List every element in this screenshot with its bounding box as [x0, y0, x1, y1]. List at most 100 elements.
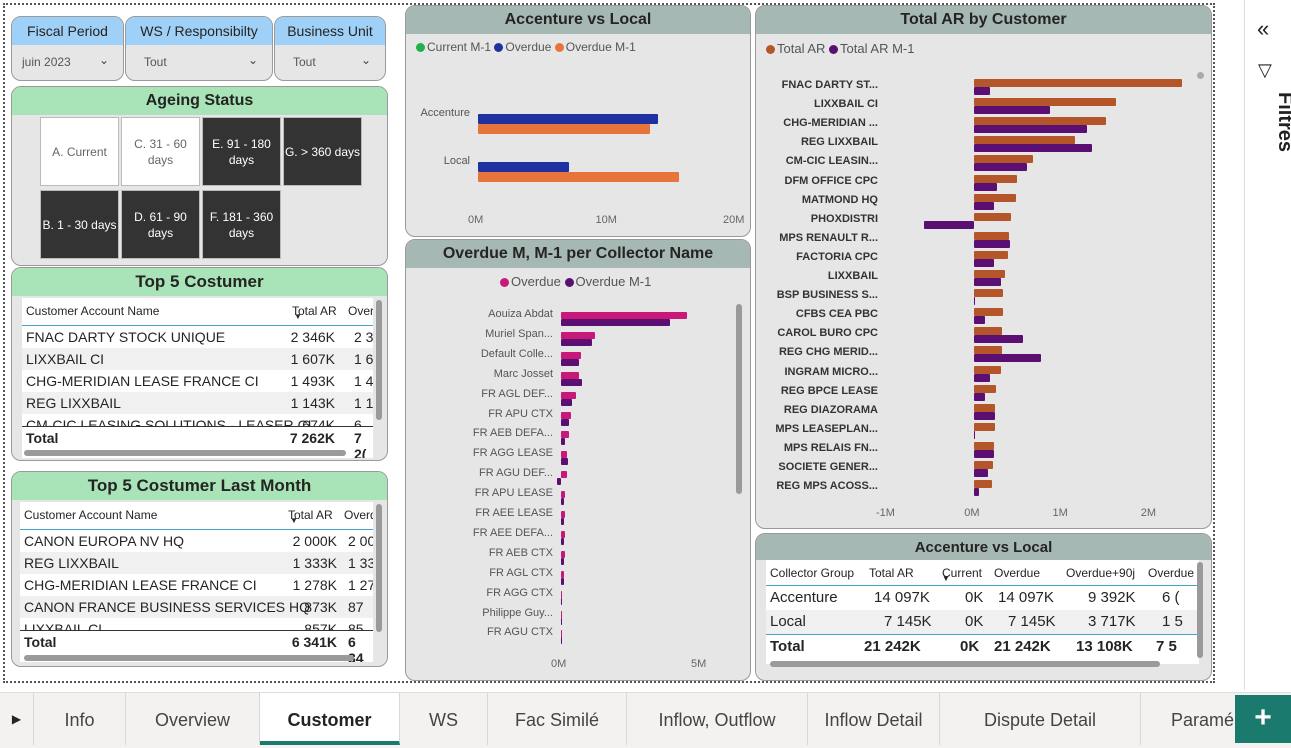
bar-mark[interactable] — [974, 297, 976, 306]
legend-item[interactable]: Total AR — [766, 41, 825, 56]
table-row[interactable]: REG LIXXBAIL 1 143K 1 1 — [22, 392, 373, 414]
col-header[interactable]: Overd — [344, 508, 373, 522]
tab-dispute-detail[interactable]: Dispute Detail — [940, 693, 1141, 745]
col-header[interactable]: Overdue — [1148, 566, 1194, 580]
legend-item[interactable]: Overdue — [500, 274, 561, 289]
table-row[interactable]: Local 7 145K 0K 7 145K 3 717K 1 5 — [766, 610, 1199, 634]
bar-mark[interactable] — [561, 458, 568, 466]
bar-mark[interactable] — [923, 220, 975, 229]
tab-info[interactable]: Info — [34, 693, 126, 745]
tab-parametres[interactable]: Paramé — [1141, 693, 1235, 745]
col-header[interactable]: Overdue — [994, 566, 1040, 580]
bar-mark[interactable] — [561, 391, 577, 399]
legend-item[interactable]: Overdue M-1 — [554, 40, 636, 54]
legend-item[interactable]: Current M-1 — [416, 40, 491, 54]
bar-mark[interactable] — [974, 182, 998, 191]
chevron-down-icon[interactable]: ⌄ — [248, 53, 258, 67]
table-row[interactable]: CHG-MERIDIAN LEASE FRANCE CI 1 493K 1 4 — [22, 370, 373, 392]
bar-mark[interactable] — [561, 537, 564, 545]
col-header[interactable]: Total AR — [869, 566, 914, 580]
horizontal-scrollbar[interactable] — [770, 661, 1160, 667]
bar-mark[interactable] — [561, 358, 580, 366]
bar-mark[interactable] — [561, 630, 562, 638]
bar-mark[interactable] — [561, 319, 671, 326]
table-row[interactable]: CHG-MERIDIAN LEASE FRANCE CI 1 278K 1 27 — [20, 574, 373, 596]
bar-mark[interactable] — [561, 570, 565, 578]
table-row[interactable]: CANON FRANCE BUSINESS SERVICES HQ 873K 87 — [20, 596, 373, 618]
legend-item[interactable]: Total AR M-1 — [829, 41, 914, 56]
bar-mark[interactable] — [561, 338, 592, 346]
bar-mark[interactable] — [561, 498, 564, 506]
filters-label[interactable]: Filtres — [1273, 92, 1291, 152]
bar-mark[interactable] — [974, 144, 1092, 153]
tab-inflow-detail[interactable]: Inflow Detail — [808, 693, 940, 745]
bar-mark[interactable] — [561, 451, 567, 459]
ageing-tile[interactable]: D. 61 - 90 days — [121, 190, 200, 259]
bar-mark[interactable] — [561, 530, 566, 538]
horizontal-scrollbar[interactable] — [24, 450, 346, 456]
bar-mark[interactable] — [561, 312, 687, 319]
bar-mark[interactable] — [974, 327, 1003, 336]
bar-mark[interactable] — [974, 469, 989, 477]
bar-mark[interactable] — [974, 212, 1012, 221]
table-row[interactable]: Accenture 14 097K 0K 14 097K 9 392K 6 ( — [766, 586, 1199, 610]
bar-mark[interactable] — [974, 289, 1004, 298]
ageing-tile[interactable]: B. 1 - 30 days — [40, 190, 119, 259]
business-unit-slicer[interactable]: Business Unit Tout ⌄ — [274, 16, 386, 81]
horizontal-scrollbar[interactable] — [24, 655, 354, 661]
bar-mark[interactable] — [561, 577, 564, 585]
bar-mark[interactable] — [974, 480, 992, 489]
bar-mark[interactable] — [561, 471, 567, 479]
bar-mark[interactable] — [974, 308, 1004, 317]
bar-mark[interactable] — [974, 392, 985, 401]
bar-mark[interactable] — [561, 438, 566, 446]
ageing-tile[interactable]: G. > 360 days — [283, 117, 362, 186]
vertical-scrollbar[interactable] — [736, 304, 742, 494]
bar-mark[interactable] — [974, 373, 991, 382]
bar-mark[interactable] — [974, 403, 996, 412]
bar-mark[interactable] — [974, 354, 1042, 363]
ageing-tile[interactable]: A. Current — [40, 117, 119, 186]
tab-ws[interactable]: WS — [400, 693, 488, 745]
bar-mark[interactable] — [974, 449, 994, 458]
bar-mark[interactable] — [561, 398, 573, 406]
fiscal-period-slicer[interactable]: Fiscal Period juin 2023 ⌄ — [11, 16, 124, 81]
bar-mark[interactable] — [561, 550, 566, 558]
tab-fac-simile[interactable]: Fac Similé — [488, 693, 627, 745]
bar-mark[interactable] — [561, 331, 595, 339]
table-row[interactable]: CM-CIC LEASING SOLUTIONS - LEASER CI 674K… — [22, 414, 373, 426]
col-header[interactable]: Overdue+90j — [1066, 566, 1135, 580]
bar-mark[interactable] — [974, 174, 1018, 183]
bar-mark[interactable] — [974, 125, 1088, 134]
bar-mark[interactable] — [974, 231, 1009, 240]
bar-mark[interactable] — [974, 155, 1034, 164]
bar-mark[interactable] — [561, 371, 580, 379]
bar-mark[interactable] — [561, 431, 570, 439]
bar-mark[interactable] — [478, 124, 651, 134]
table-row[interactable]: REG LIXXBAIL 1 333K 1 33 — [20, 552, 373, 574]
ws-responsibility-slicer[interactable]: WS / Responsibilty Tout ⌄ — [125, 16, 273, 81]
bar-mark[interactable] — [974, 250, 1008, 259]
bar-mark[interactable] — [561, 518, 564, 525]
table-row[interactable]: FNAC DARTY STOCK UNIQUE 2 346K 2 3 — [22, 326, 373, 348]
tab-inflow-outflow[interactable]: Inflow, Outflow — [627, 693, 808, 745]
bar-mark[interactable] — [561, 378, 582, 386]
vertical-scrollbar[interactable] — [376, 300, 382, 420]
chevron-down-icon[interactable]: ⌄ — [99, 53, 109, 67]
bar-mark[interactable] — [974, 87, 991, 95]
bar-mark[interactable] — [561, 491, 566, 499]
bar-mark[interactable] — [561, 351, 581, 359]
ageing-tile[interactable]: F. 181 - 360 days — [202, 190, 281, 259]
bar-mark[interactable] — [974, 239, 1011, 248]
bar-mark[interactable] — [974, 335, 1023, 344]
bar-mark[interactable] — [561, 511, 566, 518]
bar-mark[interactable] — [974, 201, 994, 210]
vertical-scrollbar[interactable] — [376, 504, 382, 632]
bar-mark[interactable] — [974, 384, 997, 393]
bar-mark[interactable] — [974, 79, 1182, 87]
col-header[interactable]: Customer Account Name — [26, 304, 159, 318]
scroll-handle-icon[interactable] — [1197, 72, 1204, 79]
bar-mark[interactable] — [974, 278, 1001, 286]
bar-mark[interactable] — [561, 418, 570, 426]
bar-mark[interactable] — [561, 617, 563, 625]
